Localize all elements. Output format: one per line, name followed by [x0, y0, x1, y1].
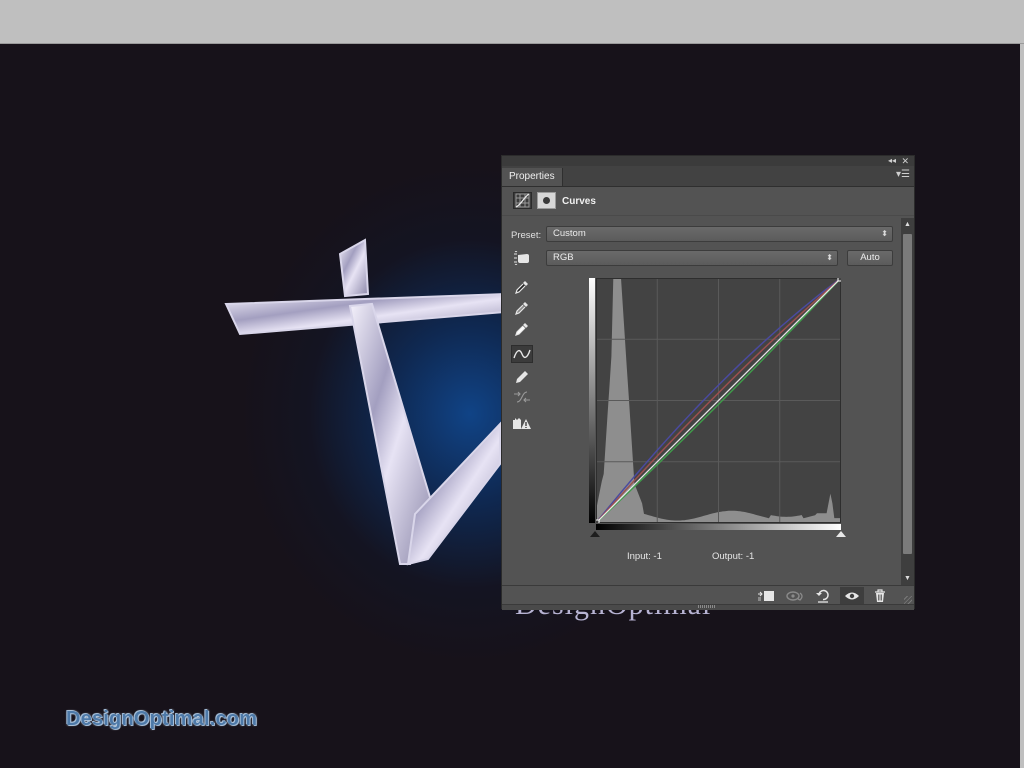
view-previous-icon [786, 590, 803, 601]
divider [502, 215, 914, 216]
curves-graph[interactable] [596, 278, 841, 523]
panel-bottom-toolbar [502, 585, 914, 605]
sample-black-point-eyedropper[interactable] [511, 278, 533, 296]
application-top-bar [0, 0, 1024, 44]
output-gradient-bar [589, 278, 595, 523]
clip-to-layer-button[interactable] [754, 587, 778, 604]
panel-footer [502, 604, 914, 610]
tab-properties[interactable]: Properties [502, 168, 563, 186]
sample-gray-point-eyedropper[interactable] [511, 299, 533, 317]
output-readout: Output: -1 [712, 551, 754, 562]
channel-dropdown[interactable]: RGB ⬍ [546, 250, 838, 266]
curve-control-point[interactable] [837, 278, 841, 282]
panel-title-strip[interactable]: ◂◂ ✕ [502, 156, 914, 166]
sample-white-point-eyedropper[interactable] [511, 320, 533, 338]
input-label: Input: [627, 551, 651, 562]
eyedropper-icon [515, 281, 528, 294]
letter-top-serif [338, 238, 370, 298]
canvas-edge [1020, 44, 1024, 768]
view-previous-state-button[interactable] [783, 587, 807, 604]
reset-icon [816, 589, 829, 603]
eye-icon [845, 592, 859, 599]
preset-dropdown[interactable]: Custom ⬍ [546, 226, 893, 242]
scroll-thumb[interactable] [903, 234, 912, 554]
eyedropper-icon [515, 323, 528, 336]
layer-mask-icon[interactable] [537, 192, 556, 209]
auto-button[interactable]: Auto [847, 250, 893, 266]
curve-control-point[interactable] [596, 519, 600, 523]
input-gradient-bar [596, 524, 841, 530]
eyedropper-icon [515, 302, 528, 315]
output-label: Output: [712, 551, 744, 562]
scroll-down-arrow-icon[interactable]: ▼ [901, 572, 914, 586]
panel-drag-handle[interactable] [698, 605, 716, 608]
adjustment-title: Curves [562, 196, 596, 207]
hand-adjust-icon [514, 251, 529, 265]
curves-plot[interactable] [596, 278, 841, 523]
preset-label: Preset: [511, 230, 542, 241]
panel-resize-grip[interactable] [904, 596, 912, 604]
input-value: -1 [653, 551, 662, 562]
trash-icon [875, 588, 885, 602]
reset-button[interactable] [811, 587, 835, 604]
output-value: -1 [745, 551, 755, 562]
clip-to-layer-icon [758, 590, 774, 601]
panel-scrollbar[interactable]: ▲ ▼ [901, 218, 914, 586]
input-readout: Input: -1 [627, 551, 662, 562]
panel-menu-icon[interactable]: ▾☰ [896, 169, 910, 180]
scroll-up-arrow-icon[interactable]: ▲ [901, 218, 914, 232]
close-panel-button[interactable]: ✕ [901, 156, 909, 166]
clipping-warning-tool[interactable] [511, 414, 533, 432]
targeted-adjustment-tool[interactable] [511, 249, 533, 267]
pencil-icon [516, 371, 528, 383]
curve-icon [513, 349, 531, 359]
dropdown-arrows-icon: ⬍ [881, 229, 888, 238]
properties-panel: ◂◂ ✕ Properties ▾☰ Curves Preset: Custom… [501, 155, 915, 610]
delete-button[interactable] [868, 587, 892, 604]
clipping-warning-icon [513, 418, 531, 429]
draw-curve-pencil-tool[interactable] [511, 368, 533, 386]
edit-points-curve-tool[interactable] [511, 345, 533, 363]
channel-value: RGB [553, 252, 574, 263]
toggle-visibility-button[interactable] [840, 587, 864, 604]
white-point-slider[interactable] [836, 531, 846, 537]
smooth-curve-tool[interactable] [511, 388, 533, 406]
watermark-text: DesignOptimal.com [66, 708, 258, 730]
preset-value: Custom [553, 228, 586, 239]
adjustment-header: Curves [502, 187, 914, 215]
black-point-slider[interactable] [590, 531, 600, 537]
dropdown-arrows-icon: ⬍ [826, 253, 833, 262]
smooth-icon [514, 391, 530, 403]
panel-tab-row: Properties ▾☰ [502, 166, 914, 187]
collapse-panel-button[interactable]: ◂◂ [888, 156, 896, 166]
curves-adjustment-icon[interactable] [513, 192, 532, 209]
